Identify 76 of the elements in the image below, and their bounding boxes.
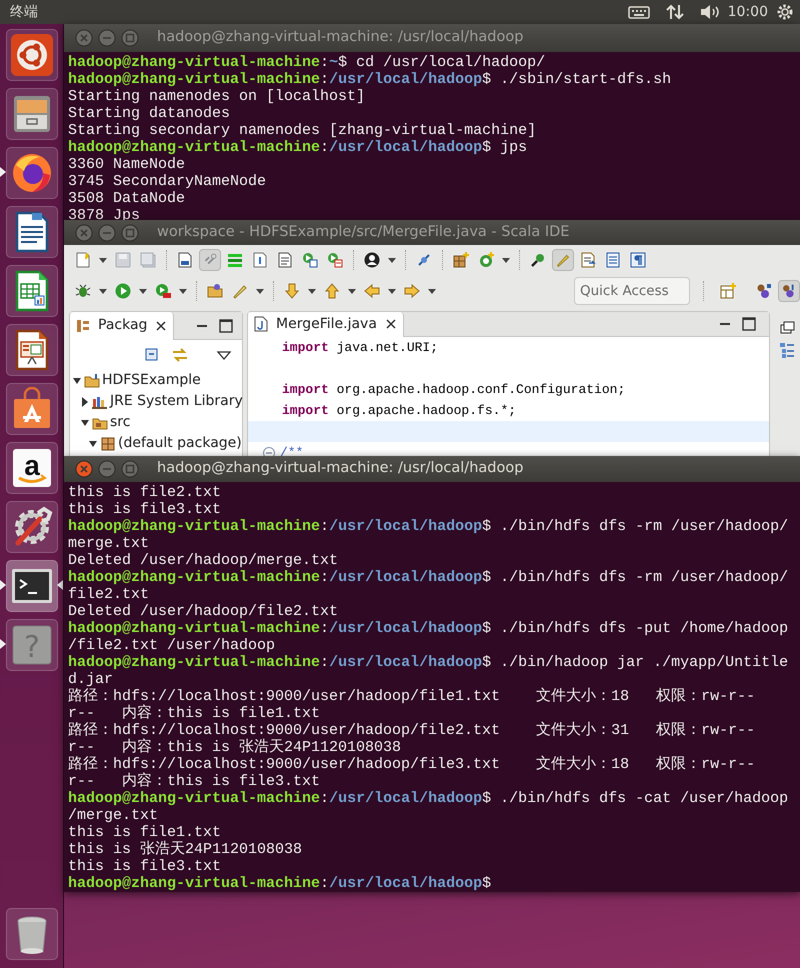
editor-tab[interactable]: MergeFile.java — [248, 312, 404, 336]
terminal-line: Starting datanodes — [68, 105, 232, 122]
terminal-line: this is file1.txt — [68, 824, 222, 841]
keyboard-icon[interactable] — [628, 4, 650, 20]
close-icon[interactable] — [155, 320, 168, 332]
terminal-line: 3360 NameNode — [68, 156, 186, 173]
terminal-line: hadoop@zhang-virtual-machine:/usr/local/hadoop$ ./bin/hadoop jar ./myapp/Untitle — [68, 654, 790, 671]
collapsed-icon[interactable] — [80, 396, 90, 408]
terminal-line: Starting namenodes on [localhost] — [68, 88, 366, 105]
launcher-button[interactable] — [6, 560, 58, 612]
terminal-line: hadoop@zhang-virtual-machine:/usr/local/hadoop$ ./bin/hdfs dfs -put /home/hadoop — [68, 620, 790, 637]
terminal-line: 路径：hdfs://localhost:9000/user/hadoop/file2.txt 文件大小：31 权限：rw-r-- — [68, 722, 756, 739]
dash-icon — [10, 33, 54, 77]
terminal-line: d.jar — [68, 671, 114, 688]
quick-access-field[interactable]: Quick Access — [574, 277, 690, 305]
terminal-line: r-- 内容：this is file3.txt — [68, 773, 322, 790]
package-icon — [100, 436, 116, 452]
tree-item[interactable]: (default package) — [118, 433, 242, 454]
power-settings-icon[interactable] — [776, 3, 794, 21]
terminal-line: 路径：hdfs://localhost:9000/user/hadoop/file1.txt 文件大小：18 权限：rw-r-- — [68, 688, 756, 705]
launcher-button[interactable] — [6, 88, 58, 140]
java-file-icon — [254, 316, 268, 332]
network-icon[interactable] — [666, 3, 684, 21]
terminal-line: this is 张浩天24P1120108038 — [68, 841, 304, 858]
clock[interactable]: 10:00 — [728, 2, 768, 22]
tree-item[interactable]: HDFSExample — [102, 370, 201, 391]
terminal-line: this is file2.txt — [68, 484, 222, 501]
terminal-line: r-- 内容：this is file1.txt — [68, 705, 322, 722]
terminal-line: 3878 Jps — [68, 207, 142, 222]
terminal-line: Deleted /user/hadoop/merge.txt — [68, 552, 340, 569]
java-perspective-icon[interactable] — [778, 280, 800, 302]
tab-label: MergeFile.java — [276, 314, 377, 334]
launcher-button[interactable] — [6, 29, 58, 81]
panel-tab[interactable]: Packag — [70, 312, 174, 340]
launcher-button[interactable] — [6, 383, 58, 435]
window-title: hadoop@zhang-virtual-machine: /usr/local/hadoop — [157, 28, 524, 48]
launcher-button[interactable] — [6, 324, 58, 376]
close-icon[interactable] — [384, 318, 397, 330]
outline-icon[interactable] — [778, 341, 796, 359]
terminal-line: Deleted /user/hadoop/file2.txt — [68, 603, 340, 620]
project-icon — [84, 372, 100, 388]
launcher-button[interactable] — [6, 501, 58, 553]
terminal-line: 路径：hdfs://localhost:9000/user/hadoop/file3.txt 文件大小：18 权限：rw-r-- — [68, 756, 756, 773]
terminal-line: this is file3.txt — [68, 858, 222, 875]
terminal-line: hadoop@zhang-virtual-machine:~$ cd /usr/local/hadoop/ — [68, 54, 546, 71]
tree-item[interactable]: JRE System Library — [110, 391, 243, 412]
terminal-line: hadoop@zhang-virtual-machine:/usr/local/hadoop$ ./bin/hdfs dfs -cat /user/hadoop — [68, 790, 790, 807]
window-title: workspace - HDFSExample/src/MergeFile.java - Scala IDE — [157, 222, 570, 242]
package-icon — [76, 318, 90, 332]
code-line: import java.net.URI; — [281, 339, 440, 357]
terminal-line: file2.txt — [68, 586, 150, 603]
code-line: import org.apache.hadoop.conf.Configuration; — [281, 381, 626, 399]
code-line: import org.apache.hadoop.fs.*; — [281, 402, 518, 420]
terminal-line: hadoop@zhang-virtual-machine:/usr/local/hadoop$ jps — [68, 139, 528, 156]
code-line: /** — [280, 444, 304, 460]
terminal-line: /file2.txt /user/hadoop — [68, 637, 276, 654]
terminal-line: r-- 内容：this is 张浩天24P1120108038 — [68, 739, 402, 756]
terminal-line: /merge.txt — [68, 807, 160, 824]
launcher-button[interactable] — [6, 147, 58, 199]
terminal-line: hadoop@zhang-virtual-machine:/usr/local/hadoop$ ./bin/hdfs dfs -rm /user/hadoop/ — [68, 569, 790, 586]
tab-label: Packag — [98, 316, 148, 335]
launcher-button[interactable] — [6, 265, 58, 317]
launcher-button[interactable] — [6, 206, 58, 258]
terminal-line: hadoop@zhang-virtual-machine:/usr/local/hadoop$ ./sbin/start-dfs.sh — [68, 71, 672, 88]
terminal-line: 3745 SecondaryNameNode — [68, 173, 268, 190]
terminal-line: this is file3.txt — [68, 501, 222, 518]
app-name: 终端 — [10, 2, 38, 22]
terminal-line: hadoop@zhang-virtual-machine:/usr/local/hadoop$ — [68, 875, 492, 892]
window-title: hadoop@zhang-virtual-machine: /usr/local/hadoop — [157, 459, 524, 478]
terminal-line: hadoop@zhang-virtual-machine:/usr/local/hadoop$ ./bin/hdfs dfs -rm /user/hadoop/ — [68, 518, 790, 535]
launcher-button[interactable] — [6, 908, 58, 960]
terminal-line: 3508 DataNode — [68, 190, 186, 207]
terminal-line: merge.txt — [68, 535, 150, 552]
tree-item[interactable]: src — [110, 412, 130, 433]
volume-icon[interactable] — [700, 4, 720, 20]
terminal-line: Starting secondary namenodes [zhang-virtual-machine] — [68, 122, 538, 139]
